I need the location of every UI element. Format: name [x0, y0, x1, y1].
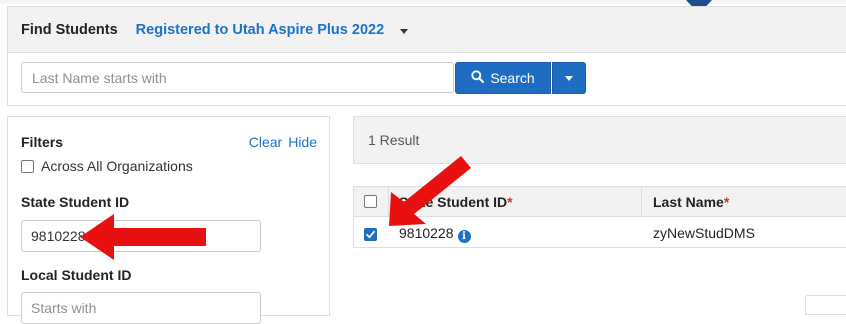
search-button[interactable]: Search — [455, 62, 551, 94]
clear-filters-link[interactable]: Clear — [249, 134, 282, 150]
last-name-cell[interactable]: zyNewStudDMS — [653, 225, 755, 241]
search-options-dropdown[interactable] — [552, 62, 586, 94]
results-count: 1 Result — [368, 132, 420, 148]
find-students-title: Find Students — [21, 21, 118, 38]
local-student-id-field[interactable] — [21, 292, 261, 324]
column-header-last-name[interactable]: Last Name* — [653, 194, 729, 210]
checkmark-icon — [366, 230, 375, 239]
across-all-organizations-option[interactable]: Across All Organizations — [21, 158, 193, 174]
row-select-checkbox[interactable] — [364, 228, 377, 241]
search-button-label: Search — [490, 70, 535, 86]
hide-filters-link[interactable]: Hide — [288, 134, 317, 150]
local-student-id-label: Local Student ID — [21, 267, 132, 283]
across-all-organizations-checkbox[interactable] — [21, 159, 34, 173]
pagination-control[interactable] — [805, 295, 846, 315]
annotation-arrow-diagonal — [389, 156, 471, 226]
registration-scope-label: Registered to Utah Aspire Plus 2022 — [135, 21, 385, 38]
required-mark: * — [723, 194, 730, 210]
select-all-checkbox[interactable] — [364, 195, 377, 208]
across-all-organizations-label: Across All Organizations — [41, 158, 193, 174]
filters-actions: Clear Hide — [249, 134, 317, 150]
filters-title: Filters — [21, 134, 64, 150]
caret-down-icon — [565, 75, 573, 81]
find-students-header: Find Students Registered to Utah Aspire … — [8, 7, 846, 53]
magnifier-icon — [471, 70, 485, 86]
registration-scope-dropdown[interactable]: Registered to Utah Aspire Plus 2022 — [136, 22, 409, 38]
find-students-panel: Find Students Registered to Utah Aspire … — [7, 6, 846, 106]
top-edge-strip — [0, 0, 846, 4]
last-name-search-input[interactable] — [21, 62, 454, 93]
column-divider — [641, 187, 642, 216]
caret-down-icon — [400, 28, 409, 34]
annotation-arrow-left — [80, 214, 206, 260]
state-student-id-label: State Student ID — [21, 194, 130, 210]
required-mark: * — [507, 194, 513, 210]
last-name-header-text: Last Name — [653, 194, 724, 210]
